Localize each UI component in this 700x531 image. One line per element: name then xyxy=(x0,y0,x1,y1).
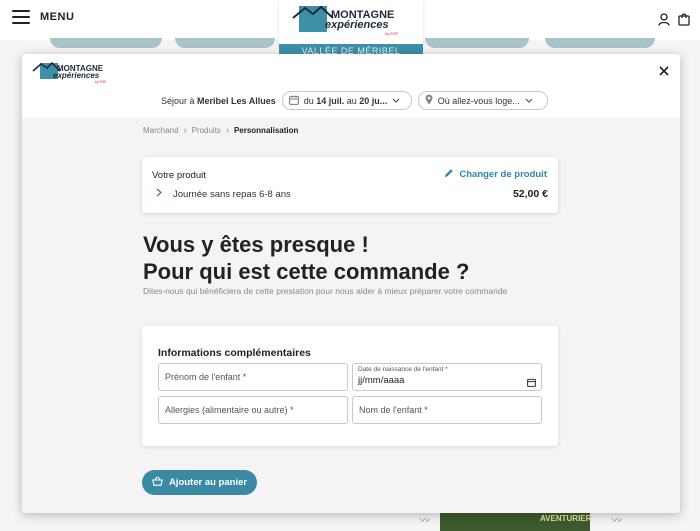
child-firstname-field[interactable]: Prénom de l'enfant * xyxy=(158,363,348,391)
modal-body: Marchand › Produits › Personnalisation V… xyxy=(22,118,680,513)
background-tile xyxy=(425,38,529,48)
logo-tagline: by ESF xyxy=(385,31,399,36)
stay-label: Séjour à Meribel Les Allues xyxy=(161,95,276,106)
chevron-down-icon xyxy=(392,96,400,106)
child-birthdate-value: jj/mm/aaaa xyxy=(358,375,405,386)
breadcrumb-current: Personnalisation xyxy=(233,125,299,135)
modal-logo[interactable]: MONTAGNE expériences by ESF xyxy=(30,60,125,84)
breadcrumb: Marchand › Produits › Personnalisation xyxy=(143,125,298,135)
site-logo[interactable]: MONTAGNE expériences by ESF xyxy=(279,0,423,44)
product-name: Journée sans repas 6-8 ans xyxy=(173,188,291,200)
change-product-link[interactable]: Changer de produit xyxy=(444,168,547,181)
page-title: Vous y êtes presque ! Pour qui est cette… xyxy=(143,231,469,285)
breadcrumb-item-merchant[interactable]: Marchand xyxy=(143,126,179,135)
close-icon[interactable] xyxy=(656,63,672,79)
user-icon[interactable] xyxy=(658,13,670,31)
dates-selector[interactable]: du 14 juil. au 20 ju... xyxy=(281,91,412,110)
child-birthdate-label: Date de naissance de l'enfant * xyxy=(358,366,448,373)
child-firstname-placeholder: Prénom de l'enfant * xyxy=(165,372,247,382)
background-photo-label: AVENTURIER xyxy=(540,514,592,523)
calendar-icon[interactable] xyxy=(527,374,536,392)
dates-value: du 14 juil. au 20 ju... xyxy=(303,95,388,106)
decoration-icon: 〰 xyxy=(612,516,622,527)
background-tile xyxy=(545,38,655,48)
logo-line2: expériences xyxy=(325,19,389,31)
menu-button[interactable]: MENU xyxy=(12,10,74,24)
chevron-down-icon xyxy=(525,96,533,106)
page-title-line2: Pour qui est cette commande ? xyxy=(143,259,470,284)
calendar-icon xyxy=(288,95,299,107)
stay-filters: Séjour à Meribel Les Allues du 14 juil. … xyxy=(161,91,548,110)
allergies-placeholder: Allergies (alimentaire ou autre) * xyxy=(165,405,294,415)
location-placeholder: Où allez-vous loge... xyxy=(437,95,520,106)
product-card-title: Votre produit xyxy=(152,170,206,181)
child-lastname-placeholder: Nom de l'enfant * xyxy=(359,405,428,415)
page-subtitle: Dites-nous qui bénéficiera de cette pres… xyxy=(143,286,508,296)
personalization-modal: MONTAGNE expériences by ESF Séjour à Mer… xyxy=(22,54,680,513)
basket-icon xyxy=(152,476,163,489)
svg-text:by ESF: by ESF xyxy=(95,80,106,84)
cart-icon[interactable] xyxy=(678,13,690,31)
svg-text:expériences: expériences xyxy=(53,71,100,80)
child-lastname-field[interactable]: Nom de l'enfant * xyxy=(352,396,542,424)
product-card: Votre produit Changer de produit Journée… xyxy=(142,157,558,213)
product-price: 52,00 € xyxy=(512,188,548,200)
pencil-icon xyxy=(444,168,454,181)
product-row: Journée sans repas 6-8 ans 52,00 € xyxy=(156,188,548,200)
add-to-cart-label: Ajouter au panier xyxy=(168,477,248,488)
child-birthdate-field[interactable]: Date de naissance de l'enfant * jj/mm/aa… xyxy=(352,363,542,391)
chevron-right-icon[interactable] xyxy=(156,188,164,200)
breadcrumb-item-products[interactable]: Produits xyxy=(192,126,221,135)
background-tile xyxy=(50,38,162,48)
modal-header: MONTAGNE expériences by ESF Séjour à Mer… xyxy=(22,54,680,118)
change-product-label: Changer de produit xyxy=(459,169,547,180)
menu-label: MENU xyxy=(40,11,75,23)
hamburger-icon xyxy=(12,10,30,24)
page-title-line1: Vous y êtes presque ! xyxy=(143,232,369,257)
additional-info-form: Informations complémentaires Prénom de l… xyxy=(142,326,558,446)
form-title: Informations complémentaires xyxy=(158,347,311,359)
chevron-right-icon: › xyxy=(225,125,229,135)
background-tile xyxy=(175,38,275,48)
map-pin-icon xyxy=(425,94,433,107)
allergies-field[interactable]: Allergies (alimentaire ou autre) * xyxy=(158,396,348,424)
header-icons xyxy=(658,13,690,31)
location-selector[interactable]: Où allez-vous loge... xyxy=(417,91,548,110)
decoration-icon: 〰 xyxy=(420,516,430,527)
chevron-right-icon: › xyxy=(183,125,187,135)
add-to-cart-button[interactable]: Ajouter au panier xyxy=(142,470,257,495)
